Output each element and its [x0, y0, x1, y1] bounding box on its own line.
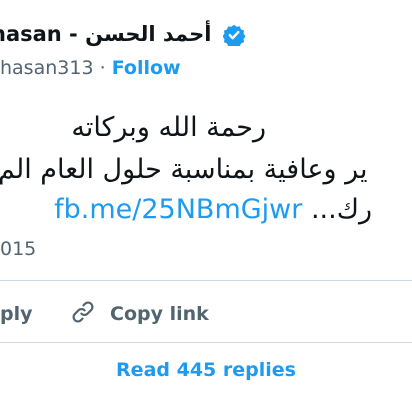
separator-dot: ·	[99, 57, 106, 79]
reply-button[interactable]: ply	[0, 296, 33, 332]
author-latin-part: hasan -	[0, 22, 86, 46]
tweet-link[interactable]: fb.me/25NBmGjwr	[54, 194, 302, 225]
author-arabic-part: أحمد الحسن	[85, 22, 212, 46]
link-icon	[70, 299, 110, 330]
tweet-date[interactable]: 015	[0, 233, 36, 265]
tweet-text-line-2: ير وعافية بمناسبة حلول العام الم	[0, 154, 368, 185]
copy-link-button[interactable]: Copy link	[70, 296, 209, 332]
handle-row: hasan313 · Follow	[0, 52, 181, 84]
author-handle[interactable]: hasan313	[0, 57, 94, 79]
verified-badge-icon	[221, 24, 246, 50]
read-replies-button[interactable]: Read 445 replies	[0, 355, 412, 385]
copy-link-label: Copy link	[110, 303, 209, 325]
tweet-text-line-1: رحمة الله وبركاته	[71, 112, 266, 143]
follow-button[interactable]: Follow	[112, 57, 181, 79]
tweet-text-line-3: fb.me/25NBmGjwr رك...	[54, 190, 372, 230]
divider-top	[0, 280, 412, 281]
action-bar: ply Copy link	[0, 296, 412, 332]
tweet-text-line-3-prefix: رك...	[310, 194, 372, 225]
author-name-visual[interactable]: hasan - أحمد الحسن	[0, 16, 246, 52]
divider-bottom	[0, 342, 412, 343]
